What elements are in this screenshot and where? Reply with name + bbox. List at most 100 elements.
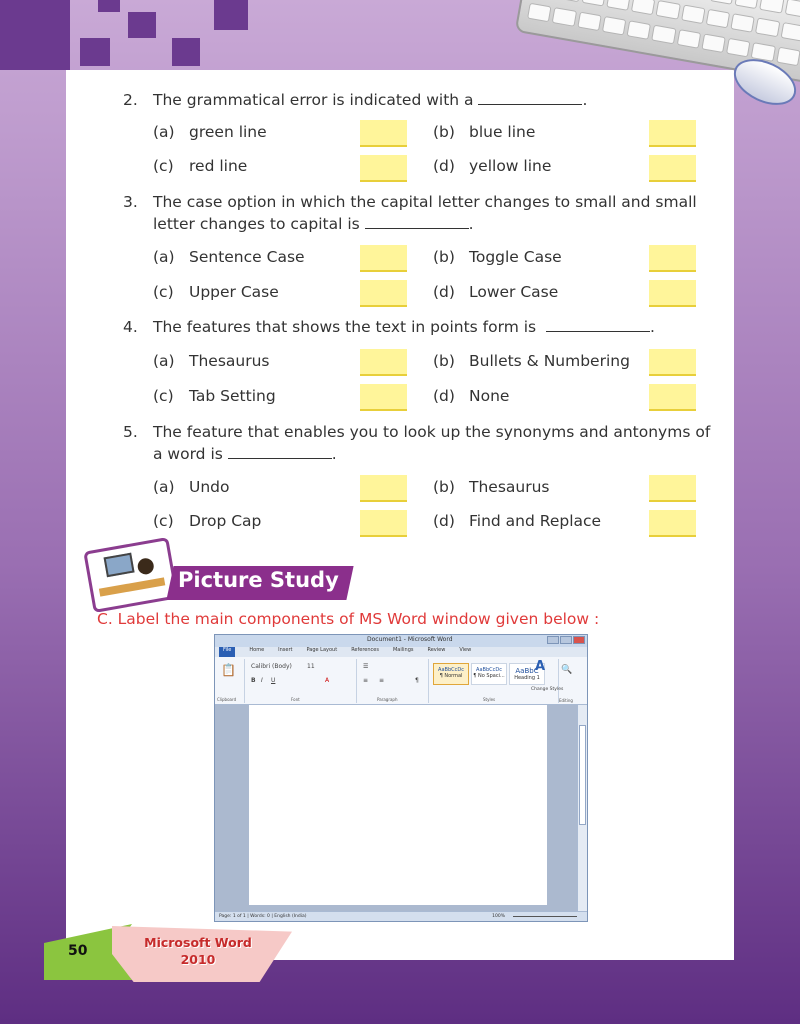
option: (b) Thesaurus <box>433 478 550 496</box>
decorative-square <box>98 0 120 12</box>
answer-box[interactable] <box>360 245 407 272</box>
zoom-level: 100% <box>492 914 505 919</box>
font-color-icon: A <box>325 677 330 684</box>
question-number: 4. <box>123 318 138 336</box>
option: (d) Find and Replace <box>433 512 602 530</box>
zoom-slider <box>513 916 577 917</box>
option: (d) Lower Case <box>433 283 559 301</box>
language: English (India) <box>274 914 307 919</box>
align-center-icon: ≡ <box>379 677 385 684</box>
question-number: 5. <box>123 423 138 441</box>
decorative-square <box>80 38 110 66</box>
font-size: 11 <box>307 663 315 670</box>
tab-review: Review <box>427 647 446 653</box>
word-count: Words: 0 <box>250 914 270 919</box>
paste-icon: 📋 <box>221 663 236 677</box>
monitor-icon <box>103 552 135 578</box>
style-no-spacing: AaBbCcDc ¶ No Spaci... <box>471 663 507 685</box>
answer-box[interactable] <box>649 510 696 537</box>
answer-box[interactable] <box>649 384 696 411</box>
option: (c) Tab Setting <box>153 387 276 405</box>
group-label: Editing <box>559 698 573 703</box>
change-styles-icon: A <box>535 659 546 674</box>
decorative-square <box>172 38 200 66</box>
answer-box[interactable] <box>649 245 696 272</box>
option: (a) Sentence Case <box>153 248 305 266</box>
question-number: 3. <box>123 193 138 211</box>
question-text: The features that shows the text in poin… <box>153 318 655 336</box>
tab-references: References <box>351 647 379 653</box>
option: (d) None <box>433 387 510 405</box>
answer-box[interactable] <box>360 155 407 182</box>
option: (a) Thesaurus <box>153 352 270 370</box>
scroll-thumb <box>579 725 586 825</box>
question-text: The grammatical error is indicated with … <box>153 91 588 109</box>
answer-box[interactable] <box>649 475 696 502</box>
vertical-scrollbar <box>577 705 587 913</box>
bullets-icon: ☰ <box>363 663 369 670</box>
tab-insert: Insert <box>278 647 293 653</box>
ribbon: 📋 Clipboard Calibri (Body) 11 B I U A Fo… <box>215 657 587 705</box>
page-count: Page: 1 of 1 <box>219 914 246 919</box>
find-icon: 🔍 <box>561 665 573 675</box>
decorative-square <box>214 0 248 30</box>
window-controls <box>547 636 585 644</box>
tab-mailings: Mailings <box>392 647 414 653</box>
option: (c) Drop Cap <box>153 512 262 530</box>
paragraph-group: ☰ ≡ ≡ ¶ Paragraph <box>359 659 429 703</box>
font-group: Calibri (Body) 11 B I U A Font <box>247 659 357 703</box>
change-styles-label: Change Styles <box>531 687 564 692</box>
question-text: The case option in which the capital let… <box>153 193 697 233</box>
answer-box[interactable] <box>360 280 407 307</box>
page-number: 50 <box>68 943 88 959</box>
answer-box[interactable] <box>649 155 696 182</box>
answer-box[interactable] <box>360 475 407 502</box>
option: (b) Bullets & Numbering <box>433 352 630 370</box>
decorative-square <box>128 12 156 38</box>
group-label: Paragraph <box>377 697 398 702</box>
instruction-text: C. Label the main components of MS Word … <box>97 610 600 628</box>
clipboard-group: 📋 Clipboard <box>215 659 245 703</box>
tab-view: View <box>459 647 472 653</box>
underline-icon: U <box>271 677 276 684</box>
italic-icon: I <box>261 677 263 684</box>
option: (a) Undo <box>153 478 230 496</box>
ms-word-window: Document1 - Microsoft Word File Home Ins… <box>214 634 588 922</box>
answer-box[interactable] <box>649 349 696 376</box>
pilcrow-icon: ¶ <box>415 677 419 684</box>
answer-box[interactable] <box>360 510 407 537</box>
tab-page-layout: Page Layout <box>306 647 338 653</box>
answer-box[interactable] <box>649 120 696 147</box>
option: (b) blue line <box>433 123 536 141</box>
maximize-icon <box>560 636 572 644</box>
question-number: 2. <box>123 91 138 109</box>
answer-box[interactable] <box>649 280 696 307</box>
corner-decoration <box>0 0 70 70</box>
tab-home: Home <box>249 647 265 653</box>
blank-document <box>249 705 547 905</box>
group-label: Styles <box>483 697 496 702</box>
option: (c) red line <box>153 157 248 175</box>
answer-box[interactable] <box>360 349 407 376</box>
window-title: Document1 - Microsoft Word <box>367 636 453 643</box>
font-name: Calibri (Body) <box>251 663 292 670</box>
align-left-icon: ≡ <box>363 677 369 684</box>
style-normal: AaBbCcDc ¶ Normal <box>433 663 469 685</box>
person-icon <box>136 557 155 576</box>
option: (d) yellow line <box>433 157 552 175</box>
status-bar: Page: 1 of 1 | Words: 0 | English (India… <box>215 911 587 921</box>
minimize-icon <box>547 636 559 644</box>
question-text: The feature that enables you to look up … <box>153 423 711 463</box>
desk-icon <box>98 577 166 597</box>
answer-box[interactable] <box>360 384 407 411</box>
document-area <box>215 705 579 913</box>
section-title: Picture Study <box>178 568 339 592</box>
answer-box[interactable] <box>360 120 407 147</box>
tab-file: File <box>219 647 236 657</box>
group-label: Clipboard <box>217 697 237 702</box>
bold-icon: B <box>251 677 256 684</box>
group-label: Font <box>291 697 300 702</box>
close-icon <box>573 636 585 644</box>
ribbon-tabs: File Home Insert Page Layout References … <box>215 647 587 657</box>
option: (a) green line <box>153 123 267 141</box>
